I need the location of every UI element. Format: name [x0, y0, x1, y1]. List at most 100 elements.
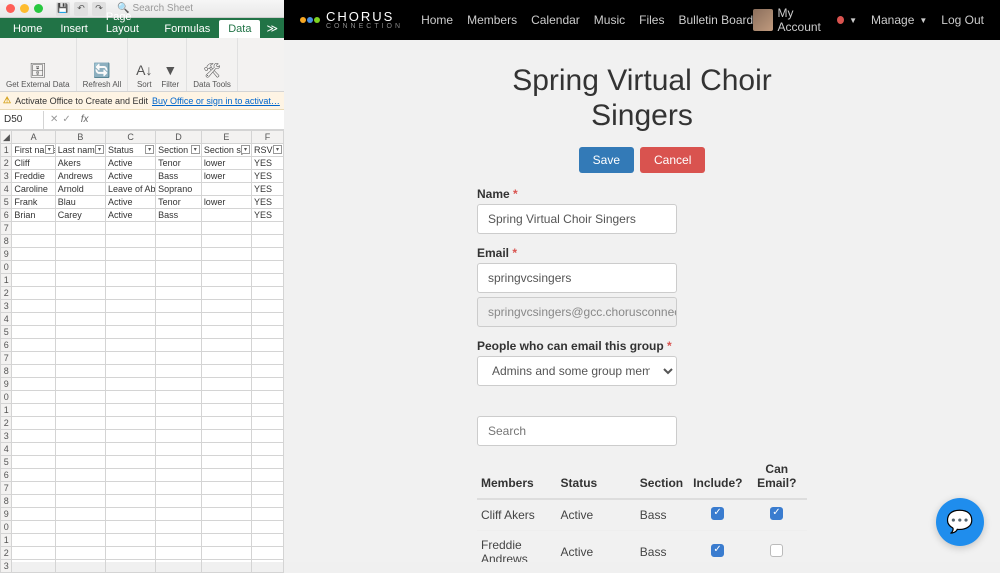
cell[interactable] — [105, 443, 155, 456]
cell[interactable] — [55, 352, 105, 365]
filter-arrow-icon[interactable]: ▾ — [273, 145, 282, 154]
cell[interactable] — [12, 547, 55, 560]
cell[interactable] — [201, 430, 251, 443]
spreadsheet-grid[interactable]: ◢ A B C D E F 1First name▾Last name▾Stat… — [0, 130, 284, 573]
row-header[interactable]: 2 — [1, 287, 12, 300]
tab-overflow-icon[interactable]: ≫ — [260, 19, 284, 38]
cell[interactable] — [105, 352, 155, 365]
cell[interactable] — [55, 313, 105, 326]
cell[interactable] — [252, 469, 284, 482]
cell[interactable] — [55, 300, 105, 313]
cell[interactable] — [12, 495, 55, 508]
row-header[interactable]: 0 — [1, 521, 12, 534]
cell[interactable] — [156, 339, 202, 352]
cell[interactable] — [55, 508, 105, 521]
cell[interactable] — [12, 521, 55, 534]
cell[interactable] — [55, 391, 105, 404]
include-checkbox[interactable] — [711, 544, 724, 557]
cell[interactable] — [156, 508, 202, 521]
can-email-checkbox[interactable] — [770, 544, 783, 557]
cell[interactable] — [201, 443, 251, 456]
cell[interactable] — [55, 482, 105, 495]
save-icon[interactable]: 💾 — [56, 2, 70, 16]
name-box[interactable]: D50 — [0, 111, 44, 129]
cell[interactable] — [252, 417, 284, 430]
col-header-c[interactable]: C — [105, 131, 155, 144]
cell[interactable]: YES — [252, 157, 284, 170]
cell[interactable] — [201, 339, 251, 352]
cancel-button[interactable]: Cancel — [640, 147, 705, 173]
row-header[interactable]: 0 — [1, 391, 12, 404]
cell[interactable] — [201, 482, 251, 495]
cell[interactable] — [105, 300, 155, 313]
cell[interactable] — [156, 248, 202, 261]
cell[interactable] — [252, 352, 284, 365]
cell[interactable] — [201, 209, 251, 222]
cell[interactable] — [201, 495, 251, 508]
cell[interactable] — [201, 534, 251, 547]
cell[interactable] — [156, 495, 202, 508]
cell[interactable] — [55, 495, 105, 508]
get-external-data-button[interactable]: 🗄Get External Data — [6, 60, 70, 89]
undo-icon[interactable]: ↶ — [74, 2, 88, 16]
cell[interactable] — [12, 391, 55, 404]
cell[interactable] — [105, 430, 155, 443]
row-header[interactable]: 7 — [1, 482, 12, 495]
row-header[interactable]: 1 — [1, 274, 12, 287]
cell[interactable] — [12, 222, 55, 235]
member-search-input[interactable] — [477, 416, 677, 446]
cell[interactable]: Frank — [12, 196, 55, 209]
cell[interactable] — [201, 235, 251, 248]
cell[interactable] — [55, 469, 105, 482]
cell[interactable] — [201, 352, 251, 365]
cell[interactable] — [105, 365, 155, 378]
cell[interactable]: lower — [201, 157, 251, 170]
cell[interactable]: Carey — [55, 209, 105, 222]
cell[interactable] — [105, 378, 155, 391]
cell[interactable] — [252, 378, 284, 391]
email-input[interactable] — [477, 263, 677, 293]
filter-arrow-icon[interactable]: ▾ — [95, 145, 104, 154]
cell[interactable] — [156, 534, 202, 547]
cell[interactable] — [252, 482, 284, 495]
row-header[interactable]: 8 — [1, 235, 12, 248]
cell[interactable] — [201, 391, 251, 404]
cell[interactable] — [105, 222, 155, 235]
cell[interactable] — [12, 417, 55, 430]
cell[interactable] — [105, 248, 155, 261]
cell[interactable] — [156, 547, 202, 560]
cell[interactable]: Blau — [55, 196, 105, 209]
cell[interactable]: Freddie — [12, 170, 55, 183]
cell[interactable] — [12, 378, 55, 391]
row-header[interactable]: 2 — [1, 157, 12, 170]
cell[interactable] — [201, 248, 251, 261]
tab-data[interactable]: Data — [219, 20, 260, 38]
cell[interactable] — [12, 560, 55, 573]
row-header[interactable]: 9 — [1, 248, 12, 261]
cell[interactable] — [156, 287, 202, 300]
permissions-select[interactable]: Admins and some group members — [477, 356, 677, 386]
row-header[interactable]: 5 — [1, 196, 12, 209]
cell[interactable] — [201, 261, 251, 274]
cell[interactable]: Active — [105, 196, 155, 209]
row-header[interactable]: 0 — [1, 261, 12, 274]
cancel-formula-icon[interactable]: ✕ — [50, 114, 58, 125]
cell[interactable] — [201, 547, 251, 560]
filter-arrow-icon[interactable]: ▾ — [45, 145, 54, 154]
cell[interactable] — [201, 313, 251, 326]
cell[interactable] — [252, 274, 284, 287]
cell[interactable] — [156, 274, 202, 287]
cell[interactable] — [156, 352, 202, 365]
cell[interactable] — [105, 261, 155, 274]
cell[interactable] — [252, 430, 284, 443]
cell[interactable] — [12, 287, 55, 300]
cell[interactable] — [201, 378, 251, 391]
cell[interactable] — [12, 456, 55, 469]
cell[interactable] — [105, 534, 155, 547]
window-minimize-icon[interactable] — [20, 4, 29, 13]
cell[interactable] — [55, 547, 105, 560]
logout-link[interactable]: Log Out — [941, 13, 984, 27]
cell[interactable] — [105, 235, 155, 248]
row-header[interactable]: 1 — [1, 534, 12, 547]
cell[interactable]: YES — [252, 196, 284, 209]
